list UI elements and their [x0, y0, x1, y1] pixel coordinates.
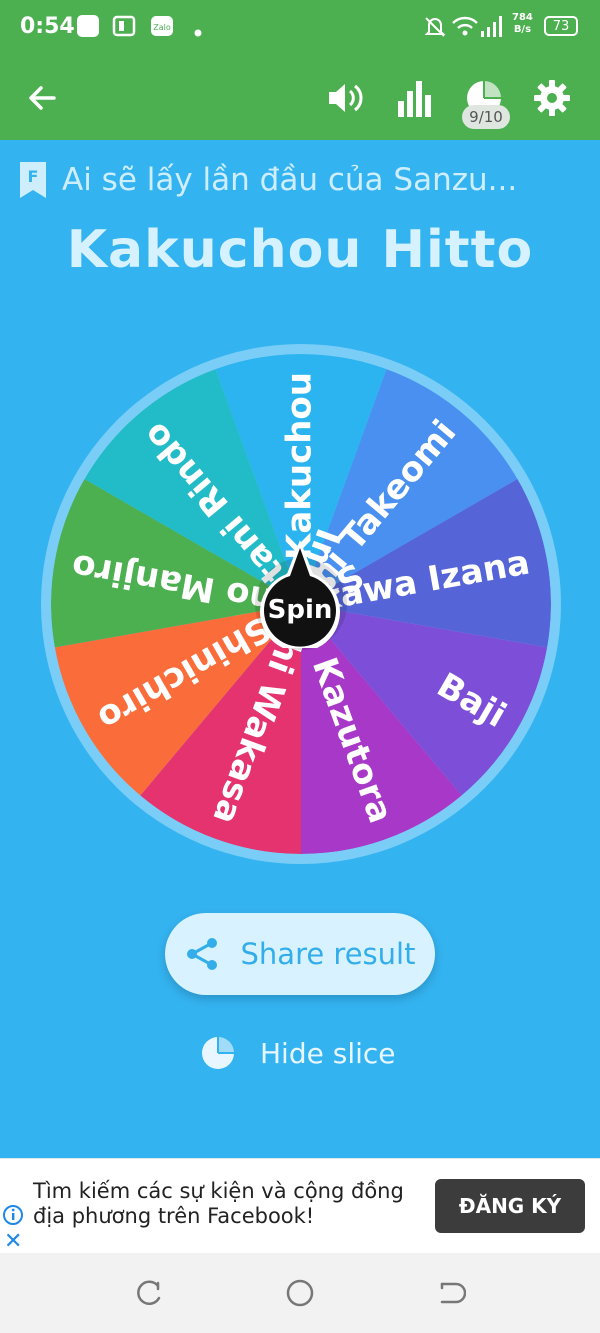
- ad-signup-button[interactable]: ĐĂNG KÝ: [435, 1179, 585, 1233]
- status-time: 0:54: [20, 14, 75, 39]
- back-icon[interactable]: [434, 1277, 466, 1309]
- wheel-subtitle-row: F Ai sẽ lấy lần đầu của Sanzu...: [18, 160, 578, 200]
- battery-level: 73: [552, 18, 570, 34]
- share-result-label: Share result: [240, 937, 416, 971]
- net-speed: 784 B/s: [512, 12, 533, 36]
- settings-button[interactable]: [526, 72, 578, 124]
- system-nav-bar: [0, 1253, 600, 1333]
- hide-slice-label: Hide slice: [260, 1036, 396, 1070]
- share-icon: [186, 938, 217, 970]
- battery-icon: 73: [544, 16, 578, 36]
- spin-label: Spin: [268, 595, 333, 625]
- net-speed-unit: B/s: [513, 24, 532, 35]
- signal-icon: [480, 14, 506, 42]
- svg-text:Zalo: Zalo: [153, 23, 171, 32]
- wheel-subtitle: Ai sẽ lấy lần đầu của Sanzu...: [62, 162, 518, 198]
- share-result-button[interactable]: Share result: [165, 913, 435, 995]
- spin-button[interactable]: Spin: [257, 538, 343, 652]
- home-icon[interactable]: [284, 1277, 316, 1309]
- ad-banner[interactable]: Tìm kiếm các sự kiện và cộng đồng địa ph…: [0, 1158, 600, 1254]
- svg-text:F: F: [28, 167, 39, 186]
- bar-chart-icon: [398, 81, 431, 117]
- ad-text: Tìm kiếm các sự kiện và cộng đồng địa ph…: [33, 1179, 404, 1228]
- stats-button[interactable]: [388, 72, 440, 124]
- sound-button[interactable]: [320, 72, 372, 124]
- net-speed-value: 784: [512, 12, 533, 23]
- mute-bell-icon: [422, 14, 448, 44]
- dot-icon: [194, 22, 202, 41]
- back-button[interactable]: [16, 72, 68, 124]
- gear-icon: [534, 80, 570, 116]
- info-icon[interactable]: [2, 1204, 24, 1226]
- zalo-app-icon: Zalo: [150, 14, 174, 42]
- volume-icon: [329, 84, 363, 112]
- wheel-title: Kakuchou Hitto: [66, 220, 534, 280]
- arrow-left-icon: [29, 86, 56, 110]
- parcel-app-icon: [112, 14, 136, 42]
- app-toolbar: [0, 56, 600, 140]
- close-icon[interactable]: ✕: [4, 1229, 22, 1254]
- bookmark-icon: F: [20, 162, 46, 198]
- pie-chart-icon: [202, 1037, 234, 1069]
- slice-count-badge: 9/10: [462, 105, 510, 129]
- status-bar: 0:54 Zalo 784 B/s 73: [0, 0, 600, 56]
- wifi-icon: [452, 14, 478, 42]
- hide-slice-button[interactable]: Hide slice: [200, 1028, 420, 1078]
- notification-app-icon: [76, 14, 100, 42]
- recents-icon[interactable]: [134, 1277, 166, 1309]
